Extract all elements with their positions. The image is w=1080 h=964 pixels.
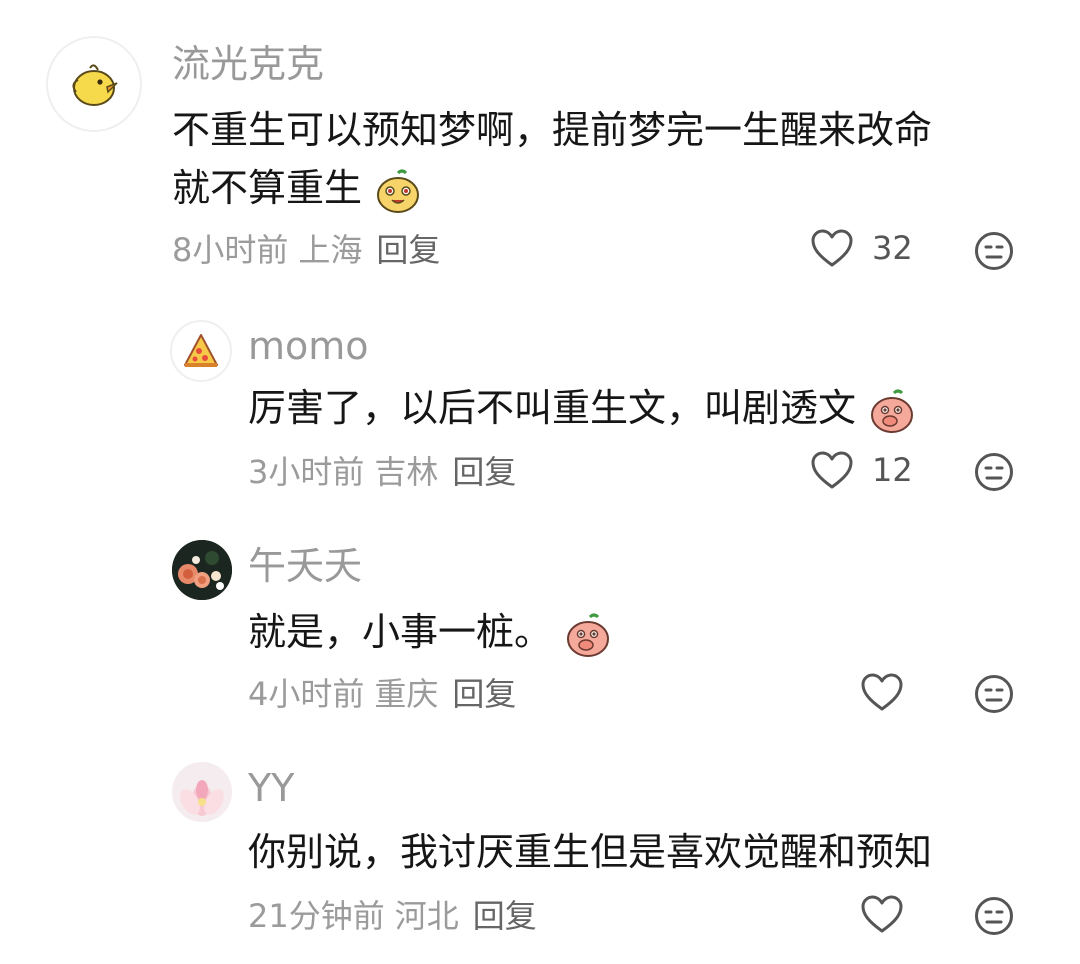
dislike-face-icon[interactable]	[974, 896, 1014, 936]
chick-icon	[72, 64, 118, 106]
comment-author[interactable]: 流光克克	[172, 42, 324, 86]
lotus-photo-icon	[172, 762, 232, 822]
pizza-icon	[184, 334, 218, 367]
comment-author[interactable]: 午夭夭	[248, 544, 362, 588]
reply-button[interactable]: 回复	[473, 897, 537, 935]
heart-icon	[811, 451, 853, 489]
dislike-face-icon[interactable]	[974, 452, 1014, 492]
avatar[interactable]	[170, 320, 232, 382]
like-button[interactable]: 32	[810, 228, 913, 268]
comment-text-line: 厉害了，以后不叫重生文，叫剧透文	[248, 380, 916, 436]
avatar[interactable]	[172, 762, 232, 822]
comment-time: 4小时前	[248, 675, 365, 713]
heart-icon	[861, 895, 903, 933]
dislike-face-icon[interactable]	[974, 231, 1014, 271]
reply-button[interactable]: 回复	[376, 231, 440, 269]
comment-text-line-content: 厉害了，以后不叫重生文，叫剧透文	[248, 386, 857, 430]
comment-text-line: 就不算重生	[172, 160, 422, 216]
comment-meta: 4小时前 重庆 回复	[248, 674, 516, 714]
comment-text-line: 你别说，我讨厌重生但是喜欢觉醒和预知	[248, 830, 933, 874]
heart-icon	[861, 673, 903, 711]
peach-giggle-emoji-icon	[567, 613, 610, 657]
like-button[interactable]	[860, 672, 904, 712]
peach-giggle-emoji-icon	[871, 389, 914, 433]
avatar[interactable]	[46, 36, 142, 132]
comment-text-line-content: 就不算重生	[172, 166, 363, 210]
comment-author[interactable]: momo	[248, 324, 369, 368]
avatar[interactable]	[172, 540, 232, 600]
comment-meta: 21分钟前 河北 回复	[248, 896, 537, 936]
reply-comment-item: momo 厉害了，以后不叫重生文，叫剧透文 3小时前 吉林 回复 12	[0, 290, 1080, 510]
comment-location: 吉林	[374, 453, 439, 491]
like-count: 32	[872, 229, 913, 267]
reply-button[interactable]: 回复	[452, 453, 516, 491]
comment-item: 流光克克 不重生可以预知梦啊，提前梦完一生醒来改命 就不算重生 8小时前 上海 回复…	[0, 0, 1080, 290]
comment-time: 21分钟前	[248, 897, 385, 935]
comment-time: 8小时前	[172, 231, 289, 269]
comment-location: 河北	[394, 897, 459, 935]
comment-location: 上海	[298, 231, 363, 269]
potato-laugh-emoji-icon	[377, 169, 420, 213]
comment-time: 3小时前	[248, 453, 365, 491]
comment-author[interactable]: YY	[248, 766, 294, 810]
comment-meta: 3小时前 吉林 回复	[248, 452, 516, 492]
heart-icon	[811, 229, 853, 267]
comment-text-line-content: 就是，小事一桩。	[248, 610, 553, 654]
comment-text-line: 就是，小事一桩。	[248, 604, 612, 660]
roses-photo-icon	[172, 540, 232, 600]
reply-button[interactable]: 回复	[452, 675, 516, 713]
dislike-face-icon[interactable]	[974, 674, 1014, 714]
like-button[interactable]	[860, 894, 904, 934]
like-button[interactable]: 12	[810, 450, 913, 490]
like-count: 12	[872, 451, 913, 489]
reply-comment-item: 午夭夭 就是，小事一桩。 4小时前 重庆 回复	[0, 510, 1080, 732]
comment-meta: 8小时前 上海 回复	[172, 230, 440, 270]
reply-comment-item: YY 你别说，我讨厌重生但是喜欢觉醒和预知 21分钟前 河北 回复	[0, 732, 1080, 964]
comment-location: 重庆	[374, 675, 439, 713]
comment-text-line: 不重生可以预知梦啊，提前梦完一生醒来改命	[172, 108, 933, 152]
